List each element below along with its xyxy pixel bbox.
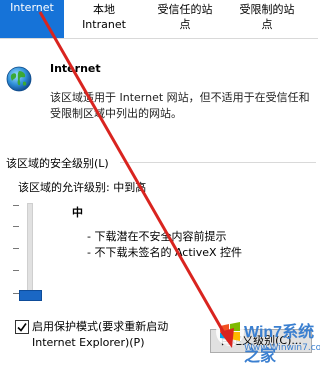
protected-mode-checkbox[interactable] <box>15 320 29 334</box>
slider-tick <box>13 270 19 271</box>
protected-mode-label-line2: Internet Explorer)(P) <box>32 336 145 349</box>
zone-tabs: Internet 本地 Intranet 受信任的站 点 受限制的站 点 <box>0 0 318 39</box>
security-slider-track[interactable] <box>27 203 33 299</box>
security-level-group-label: 该区域的安全级别(L) <box>6 157 109 170</box>
slider-tick <box>13 205 19 206</box>
watermark-url: Www.Winwin7.com <box>244 343 320 353</box>
tab-trusted-sites[interactable]: 受信任的站 点 <box>146 0 224 38</box>
tab-trusted-sites-line1: 受信任的站 <box>157 3 213 16</box>
protected-mode-label: 启用保护模式(要求重新启动 <box>32 320 169 333</box>
tab-internet-label: Internet <box>10 1 54 14</box>
level-description-item: - 下载潜在不安全内容前提示 <box>87 230 227 243</box>
zone-title: Internet <box>50 62 101 75</box>
tab-internet[interactable]: Internet <box>0 0 64 38</box>
globe-icon <box>6 66 32 92</box>
tab-restricted-sites-line2: 点 <box>261 18 273 31</box>
security-slider-thumb[interactable] <box>19 290 42 301</box>
slider-tick <box>13 248 19 249</box>
level-description-item: - 不下载未签名的 ActiveX 控件 <box>87 246 243 259</box>
watermark-brand: Win7系统之家 <box>244 324 315 365</box>
tab-trusted-sites-line2: 点 <box>179 18 191 31</box>
tab-local-intranet[interactable]: 本地 Intranet <box>70 0 138 38</box>
tab-local-intranet-line1: 本地 <box>93 3 115 16</box>
tab-local-intranet-line2: Intranet <box>82 18 126 31</box>
tab-restricted-sites-line1: 受限制的站 <box>239 3 295 16</box>
allowed-level-label: 该区域的允许级别: 中到高 <box>18 181 147 194</box>
group-divider <box>120 162 316 163</box>
checkmark-icon <box>17 323 27 332</box>
slider-tick <box>13 226 19 227</box>
tab-restricted-sites[interactable]: 受限制的站 点 <box>228 0 306 38</box>
security-level-name: 中 <box>72 206 83 219</box>
zone-description: 该区域适用于 Internet 网站，但不适用于在受信任和受限制区域中列出的网站… <box>50 91 310 120</box>
